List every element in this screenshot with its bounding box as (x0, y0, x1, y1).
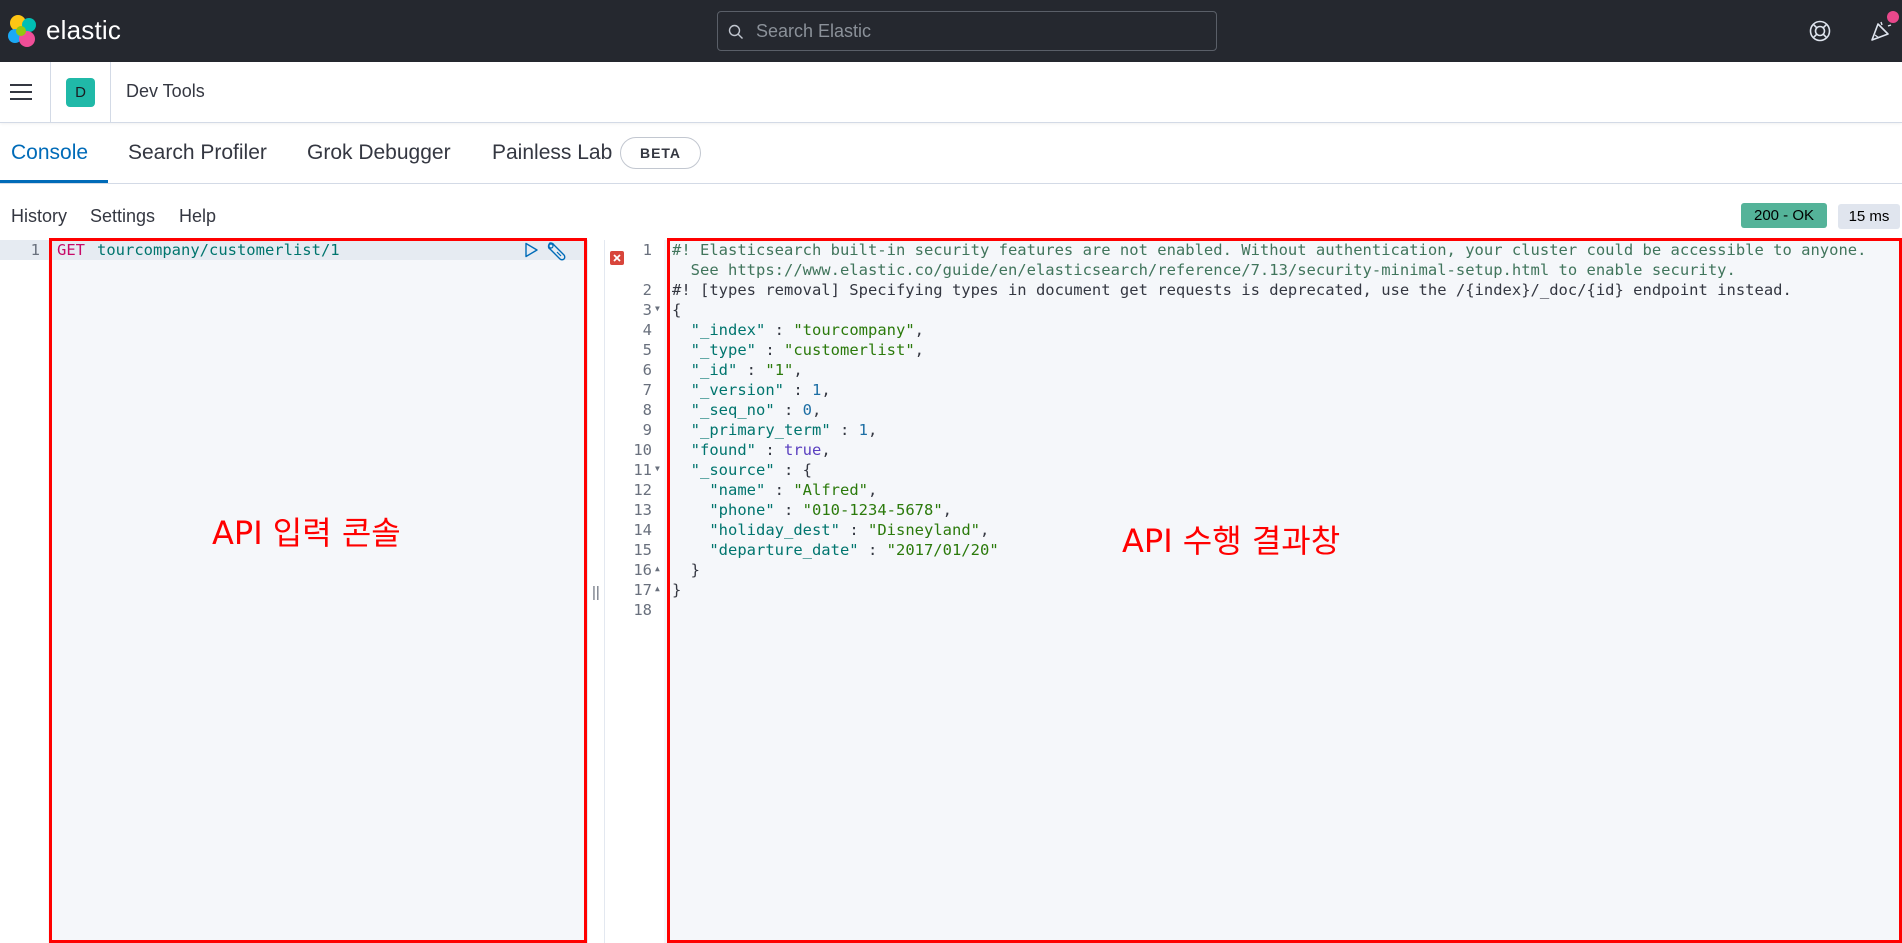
active-tab-indicator (0, 180, 108, 183)
tab-console[interactable]: Console (11, 141, 88, 165)
elastic-logo-icon[interactable] (4, 12, 42, 50)
line-number: 6 (642, 361, 652, 379)
help-link[interactable]: Help (179, 206, 216, 227)
tab-bar: Console Search Profiler Grok Debugger Pa… (0, 123, 1902, 184)
search-icon (728, 24, 743, 39)
divider (50, 62, 51, 123)
annotation-box-input (49, 238, 587, 943)
search-input[interactable] (756, 12, 1196, 50)
global-header: elastic (0, 0, 1902, 62)
line-number: 14 (633, 521, 652, 539)
space-avatar[interactable]: D (66, 78, 95, 107)
line-number: 3 (642, 301, 652, 319)
console-toolbar: History Settings Help 200 - OK 15 ms (0, 184, 1902, 240)
line-number: 5 (642, 341, 652, 359)
resize-grip-icon[interactable]: || (592, 584, 600, 601)
line-number: 1 (30, 241, 40, 259)
fold-toggle-icon[interactable]: ▼ (655, 464, 660, 473)
line-number: 13 (633, 501, 652, 519)
annotation-box-result (667, 238, 1902, 943)
fold-toggle-icon[interactable]: ▲ (655, 564, 660, 573)
divider (110, 62, 111, 123)
annotation-label-result: API 수행 결과창 (1122, 522, 1341, 560)
tab-painless-lab[interactable]: Painless Lab (492, 141, 612, 165)
history-link[interactable]: History (11, 206, 67, 227)
help-icon[interactable] (1808, 19, 1832, 43)
brand-name[interactable]: elastic (46, 15, 121, 46)
page-title: Dev Tools (126, 81, 205, 101)
settings-link[interactable]: Settings (90, 206, 155, 227)
tab-grok-debugger[interactable]: Grok Debugger (307, 141, 451, 165)
tab-search-profiler[interactable]: Search Profiler (128, 141, 267, 165)
breadcrumb: D Dev Tools (0, 62, 1902, 123)
menu-icon[interactable] (10, 83, 32, 101)
line-number: 7 (642, 381, 652, 399)
response-time-badge: 15 ms (1838, 204, 1900, 229)
line-number: 2 (642, 281, 652, 299)
line-number: 1 (642, 241, 652, 259)
fold-toggle-icon[interactable]: ▼ (655, 304, 660, 313)
line-number: 10 (633, 441, 652, 459)
line-number: 12 (633, 481, 652, 499)
global-search[interactable] (717, 11, 1217, 51)
line-number: 15 (633, 541, 652, 559)
line-number: 9 (642, 421, 652, 439)
request-gutter (0, 240, 48, 943)
line-number: 17 (633, 581, 652, 599)
beta-badge: BETA (620, 137, 701, 169)
line-number: 18 (633, 601, 652, 619)
line-number: 11 (633, 461, 652, 479)
line-number: 16 (633, 561, 652, 579)
line-number: 8 (642, 401, 652, 419)
fold-toggle-icon[interactable]: ▲ (655, 584, 660, 593)
annotation-label-input: API 입력 콘솔 (212, 514, 401, 552)
notification-dot (1887, 11, 1899, 23)
line-number: 4 (642, 321, 652, 339)
status-badge: 200 - OK (1741, 203, 1827, 228)
